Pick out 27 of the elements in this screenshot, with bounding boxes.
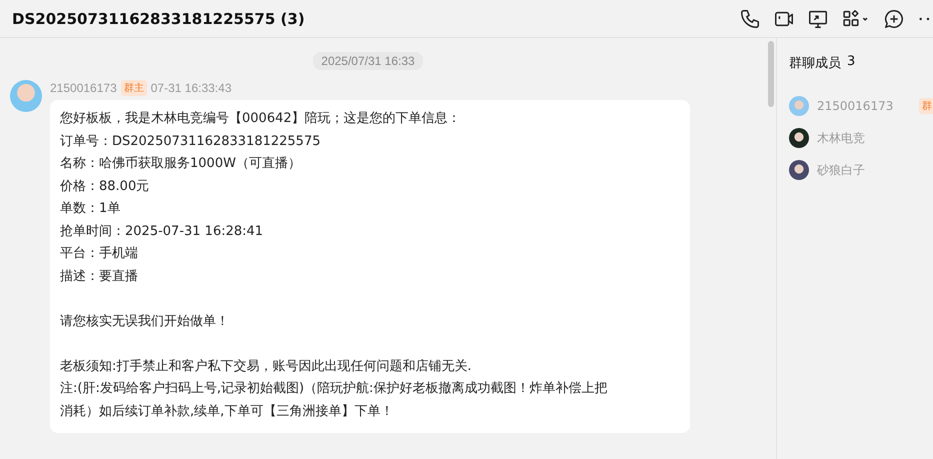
message-text: 抢单时间：2025-07-31 16:28:41 [60,222,264,240]
date-divider: 2025/07/31 16:33 [313,52,423,70]
members-title: 群聊成员 [789,55,841,72]
owner-badge: 群主 [120,80,147,96]
message-text: 老板须知:打手禁止和客户私下交易，账号因此出现任何问题和店铺无关. [60,358,473,376]
message-text: 平台：手机端 [60,245,139,263]
message-text: 单数：1单 [60,200,122,218]
message-text: 名称：哈佛币获取服务1000W（可直播） [60,155,302,173]
message-text: 注:(肝:发码给客户扫码上号,记录初始截图)（陪玩护航:保护好老板撤离成功截图！炸单补偿上把消耗）如后续订单补款,续单,下单可【三角洲接单】下单！ [60,380,608,420]
message-text: 请您核实无误我们开始做单！ [60,312,230,330]
message-time: 07-31 16:33:43 [150,81,232,95]
member-name[interactable]: 砂狼白子 [817,162,911,178]
avatar[interactable] [789,128,809,148]
member-name[interactable]: 2150016173 [817,99,911,113]
sender-name: 2150016173 [50,81,117,95]
message-text: 订单号：DS20250731162833181225575 [60,132,322,150]
member-name[interactable]: 木林电竞 [817,130,911,146]
message-text: 您好板板，我是木林电竞编号【000642】陪玩；这是您的下单信息： [60,110,462,128]
message-text: 描述：要直播 [60,268,139,286]
avatar[interactable] [789,160,809,180]
window-title: DS20250731162833181225575 (3) [12,10,305,28]
add-chat-icon[interactable] [883,8,905,30]
phone-icon[interactable] [739,8,761,30]
scrollbar[interactable] [768,41,774,107]
message-text: 价格：88.00元 [60,178,150,196]
owner-badge: 群 [919,98,933,114]
member-count: 3 [847,54,856,71]
